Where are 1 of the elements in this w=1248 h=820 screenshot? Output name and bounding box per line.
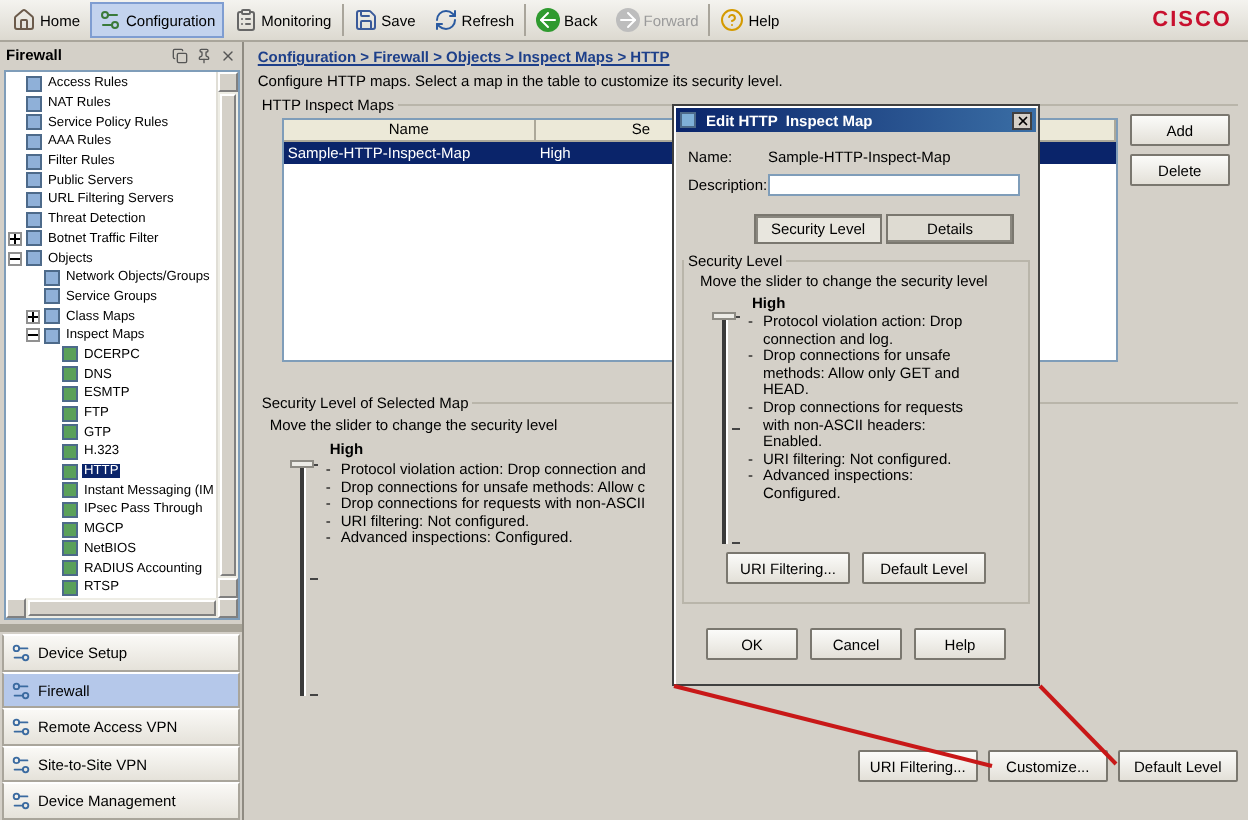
logo: CISCO bbox=[1152, 8, 1232, 32]
